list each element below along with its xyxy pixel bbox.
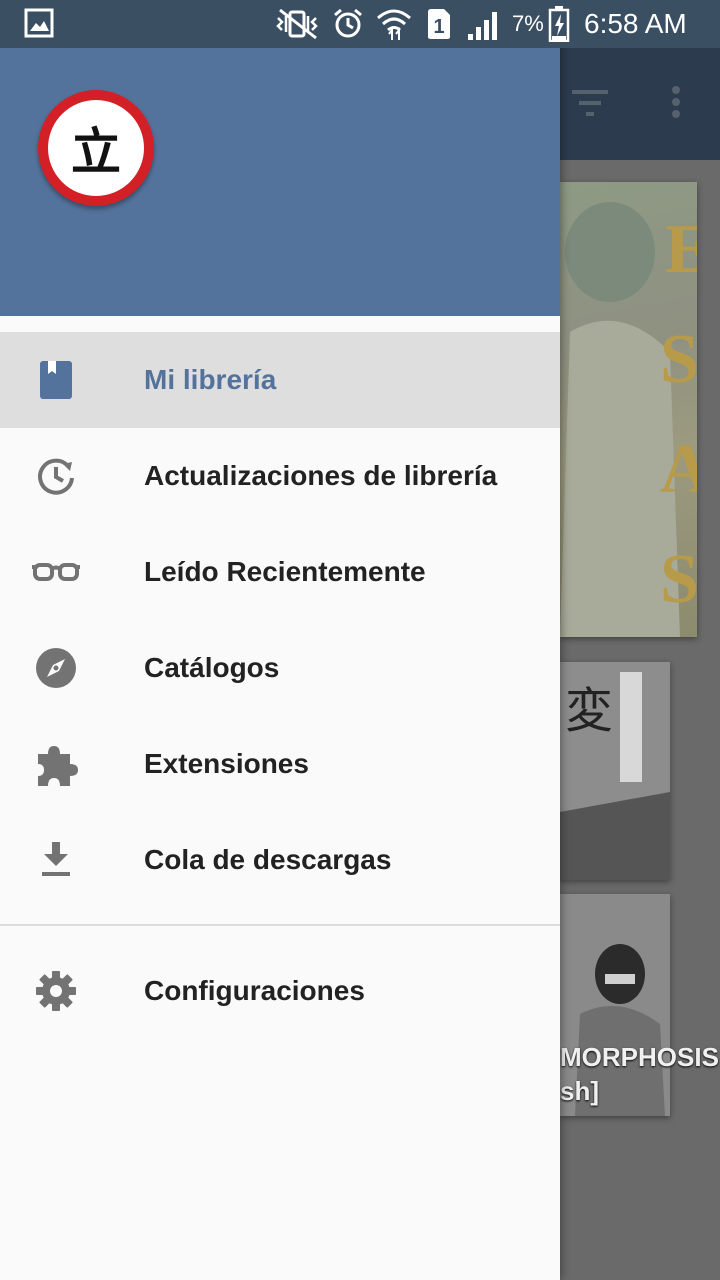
drawer-header: 立 <box>0 48 560 316</box>
nav-item-label: Leído Recientemente <box>144 556 426 587</box>
update-history-icon <box>32 452 80 500</box>
navigation-drawer: 立 Mi librería Actualizaciones de librerí… <box>0 0 560 1280</box>
compass-icon <box>32 644 80 692</box>
nav-item-label: Cola de descargas <box>144 844 392 875</box>
vibrate-mute-icon <box>274 8 322 45</box>
nav-item-catalogs[interactable]: Catálogos <box>0 620 560 716</box>
svg-text:A: A <box>660 431 697 508</box>
manga-cover: E S A S <box>560 182 697 637</box>
manga-title-line: MORPHOSIS <box>560 1042 719 1072</box>
nav-item-recently-read[interactable]: Leído Recientemente <box>0 524 560 620</box>
nav-item-settings[interactable]: Configuraciones <box>0 943 560 1039</box>
nav-item-label: Configuraciones <box>144 975 365 1006</box>
battery-charging-icon <box>548 6 570 47</box>
more-vert-icon <box>664 84 688 124</box>
battery-percent: 7% <box>512 11 544 36</box>
nav-item-library-updates[interactable]: Actualizaciones de librería <box>0 428 560 524</box>
alarm-icon <box>332 8 364 45</box>
clock: 6:58 AM <box>584 8 687 39</box>
bookmark-book-icon <box>32 356 80 404</box>
app-logo-glyph: 立 <box>71 123 121 181</box>
glasses-icon <box>32 548 80 596</box>
nav-item-label: Mi librería <box>144 364 277 395</box>
manga-title-overlay: MORPHOSIS sh] <box>560 1040 720 1108</box>
nav-item-extensions[interactable]: Extensiones <box>0 716 560 812</box>
gallery-notification-icon <box>24 8 54 43</box>
svg-text:E: E <box>665 211 697 288</box>
nav-item-download-queue[interactable]: Cola de descargas <box>0 812 560 908</box>
svg-text:1: 1 <box>433 16 444 38</box>
gear-icon <box>32 967 80 1015</box>
svg-text:変: 変 <box>565 683 613 739</box>
nav-item-my-library[interactable]: Mi librería <box>0 332 560 428</box>
puzzle-icon <box>32 740 80 788</box>
manga-cover: 変 <box>560 662 670 880</box>
svg-text:S: S <box>660 321 697 398</box>
nav-item-label: Actualizaciones de librería <box>144 460 498 491</box>
nav-item-label: Catálogos <box>144 652 280 683</box>
nav-item-label: Extensiones <box>144 748 309 779</box>
filter-icon <box>572 88 612 120</box>
manga-title-line: sh] <box>560 1076 599 1106</box>
wifi-icon <box>376 8 412 47</box>
drawer-menu: Mi librería Actualizaciones de librería <box>0 332 560 908</box>
status-bar: 1 7% 6:58 AM <box>0 0 720 48</box>
drawer-divider <box>0 924 560 926</box>
svg-text:S: S <box>660 541 697 618</box>
app-logo: 立 <box>38 90 154 206</box>
download-icon <box>32 836 80 884</box>
sim-1-icon: 1 <box>426 8 452 45</box>
screen: E S A S 変 MORPHOSIS sh] 1 7% 6:58 AM 立 M… <box>0 0 720 1280</box>
signal-icon <box>466 8 502 45</box>
